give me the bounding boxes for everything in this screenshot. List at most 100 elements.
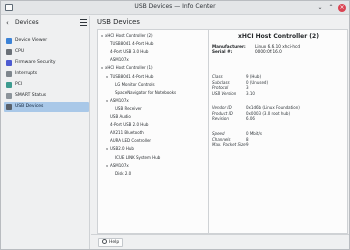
- property-key: Revision: [212, 116, 229, 121]
- cpu-icon: [6, 49, 12, 55]
- tree-item[interactable]: TUSB8041 4-Port Hub: [106, 41, 153, 47]
- back-arrow-icon[interactable]: ‹: [6, 19, 9, 27]
- tree-item[interactable]: ASM107x: [106, 57, 129, 63]
- page-title: USB Devices: [97, 18, 140, 26]
- tree-item-label: xHCI Host Controller (2): [105, 33, 153, 38]
- property-key: Channels: [212, 136, 231, 142]
- property-row: Max. Packet Size 9: [209, 142, 348, 147]
- tree-item[interactable]: 4-Port USB 2.0 Hub: [106, 122, 148, 128]
- sidebar-item-label: USB Devices: [15, 104, 44, 109]
- tree-item[interactable]: USB Audio: [106, 114, 131, 120]
- property-value: 0x0003 (3.0 root hub): [246, 110, 291, 116]
- info-center-window: USB Devices — Info Center ⌄ ⌃ × ‹ Device…: [0, 0, 350, 250]
- property-key: Product ID: [212, 110, 233, 116]
- tree-item-label: ICUE LINK System Hub: [115, 154, 161, 160]
- tree-item[interactable]: v xHCI Host Controller (2): [101, 33, 153, 39]
- property-row: Revision 6.06: [209, 116, 348, 121]
- property-key: Max. Packet Size: [212, 142, 246, 147]
- tree-item-label: TUSB8041 4-Port Hub: [110, 41, 154, 47]
- footer-bar: Help: [91, 234, 349, 249]
- property-row: Class 9 (Hub): [209, 74, 348, 79]
- tree-item-label: ASM107x: [110, 57, 129, 63]
- property-row: USB Version 3.10: [209, 91, 348, 96]
- tree-item[interactable]: 4-Port USB 3.0 Hub: [106, 49, 148, 55]
- property-row: Subclass 0 (Unused): [209, 80, 348, 85]
- property-value: 3: [246, 85, 249, 90]
- sidebar-item-smart-status[interactable]: SMART Status: [4, 91, 89, 101]
- tree-item-label: ASM107x: [110, 97, 129, 103]
- usb-device-tree[interactable]: v xHCI Host Controller (2) TUSB8041 4-Port…: [97, 29, 209, 234]
- tree-item[interactable]: v ASM107x: [106, 163, 129, 169]
- property-row: Vendor ID 0x1d6b (Linux Foundation): [209, 105, 348, 110]
- tree-item-label: AURA LED Controller: [110, 138, 152, 144]
- tree-item-label: SpaceNavigator for Notebooks: [115, 89, 177, 95]
- property-row: Channels 8: [209, 137, 348, 142]
- device-details-panel: xHCI Host Controller (2) Manufacturer: Li…: [209, 29, 348, 234]
- tree-item[interactable]: v ASM107x: [106, 98, 129, 104]
- tree-item-label: USB Audio: [110, 114, 131, 119]
- sidebar-item-interrupts[interactable]: Interrupts: [4, 69, 89, 79]
- minimize-button[interactable]: ⌄: [316, 4, 324, 12]
- sidebar-item-cpu[interactable]: CPU: [4, 47, 89, 57]
- property-value: 9 (Hub): [246, 74, 262, 79]
- tree-item-label: Disk 2.0: [115, 170, 132, 176]
- sidebar-item-label: PCI: [15, 82, 23, 87]
- sidebar: ‹ Devices Device Viewer CPU Firmware Secur…: [2, 16, 90, 249]
- tree-item[interactable]: AURA LED Controller: [106, 138, 151, 144]
- tree-item-label: 4-Port USB 2.0 Hub: [110, 122, 149, 128]
- help-icon: [102, 239, 107, 244]
- tree-item[interactable]: v TUSB8041 4-Port Hub: [106, 74, 153, 80]
- tree-item[interactable]: v USB2.0 Hub: [106, 146, 134, 152]
- property-key: Subclass: [212, 79, 230, 85]
- device-viewer-icon: [6, 38, 12, 44]
- property-row: Protocol 3: [209, 85, 348, 90]
- help-button[interactable]: Help: [98, 238, 124, 247]
- device-meta: Manufacturer: Linux 6.6.10 xhci-hcd Serial…: [209, 44, 348, 54]
- tree-item-label: AX211 Bluetooth: [110, 130, 144, 136]
- tree-item[interactable]: SpaceNavigator for Notebooks: [111, 90, 176, 96]
- property-value: 3.10: [246, 90, 255, 96]
- tree-item[interactable]: ICUE LINK System Hub: [111, 155, 160, 161]
- property-key: USB Version: [212, 90, 237, 96]
- usb-icon: [6, 104, 12, 110]
- tree-item-label: ASM107x: [110, 162, 129, 168]
- sidebar-item-label: Firmware Security: [15, 60, 56, 65]
- sidebar-item-pci[interactable]: PCI: [4, 80, 89, 90]
- property-value: 8: [246, 136, 249, 142]
- property-row: Product ID 0x0003 (3.0 root hub): [209, 111, 348, 116]
- meta-value: 0000:0f:16.0: [255, 49, 282, 54]
- sidebar-item-firmware-security[interactable]: Firmware Security: [4, 58, 89, 68]
- property-value: 0x1d6b (Linux Foundation): [246, 105, 300, 110]
- property-row: Speed 0 Mbit/s: [209, 131, 348, 136]
- meta-row: Serial #: 0000:0f:16.0: [209, 49, 348, 54]
- sidebar-item-label: CPU: [15, 49, 25, 54]
- maximize-button[interactable]: ⌃: [327, 4, 335, 12]
- sidebar-item-label: Interrupts: [15, 71, 38, 76]
- property-value: 9: [246, 142, 249, 147]
- interrupts-icon: [6, 71, 12, 77]
- tree-item[interactable]: LG Monitor Controls: [111, 82, 155, 88]
- close-button[interactable]: ×: [338, 4, 346, 12]
- help-label: Help: [109, 240, 120, 245]
- meta-key: Serial #:: [212, 49, 233, 54]
- property-value: 6.06: [246, 116, 255, 121]
- window-title: USB Devices — Info Center: [134, 3, 216, 10]
- property-key: Speed: [212, 131, 225, 136]
- tree-item[interactable]: v xHCI Host Controller (1): [101, 65, 153, 71]
- device-title: xHCI Host Controller (2): [238, 33, 319, 40]
- shield-icon: [6, 60, 12, 66]
- tree-item[interactable]: Disk 2.0: [111, 171, 131, 177]
- property-value: 0 (Unused): [246, 79, 269, 85]
- property-value: 0 Mbit/s: [246, 131, 262, 136]
- hamburger-menu-icon[interactable]: [80, 19, 87, 26]
- sidebar-item-usb-devices[interactable]: USB Devices: [4, 102, 89, 112]
- tree-item-label: USB Receiver: [115, 105, 142, 111]
- tree-item-label: USB2.0 Hub: [110, 146, 134, 152]
- main-header: USB Devices: [91, 16, 349, 30]
- tree-item[interactable]: USB Receiver: [111, 106, 142, 112]
- title-bar: USB Devices — Info Center ⌄ ⌃ ×: [1, 1, 349, 15]
- sidebar-item-device-viewer[interactable]: Device Viewer: [4, 36, 89, 46]
- sidebar-header: ‹ Devices: [2, 16, 90, 30]
- tree-item[interactable]: AX211 Bluetooth: [106, 130, 144, 136]
- disk-icon: [6, 93, 12, 99]
